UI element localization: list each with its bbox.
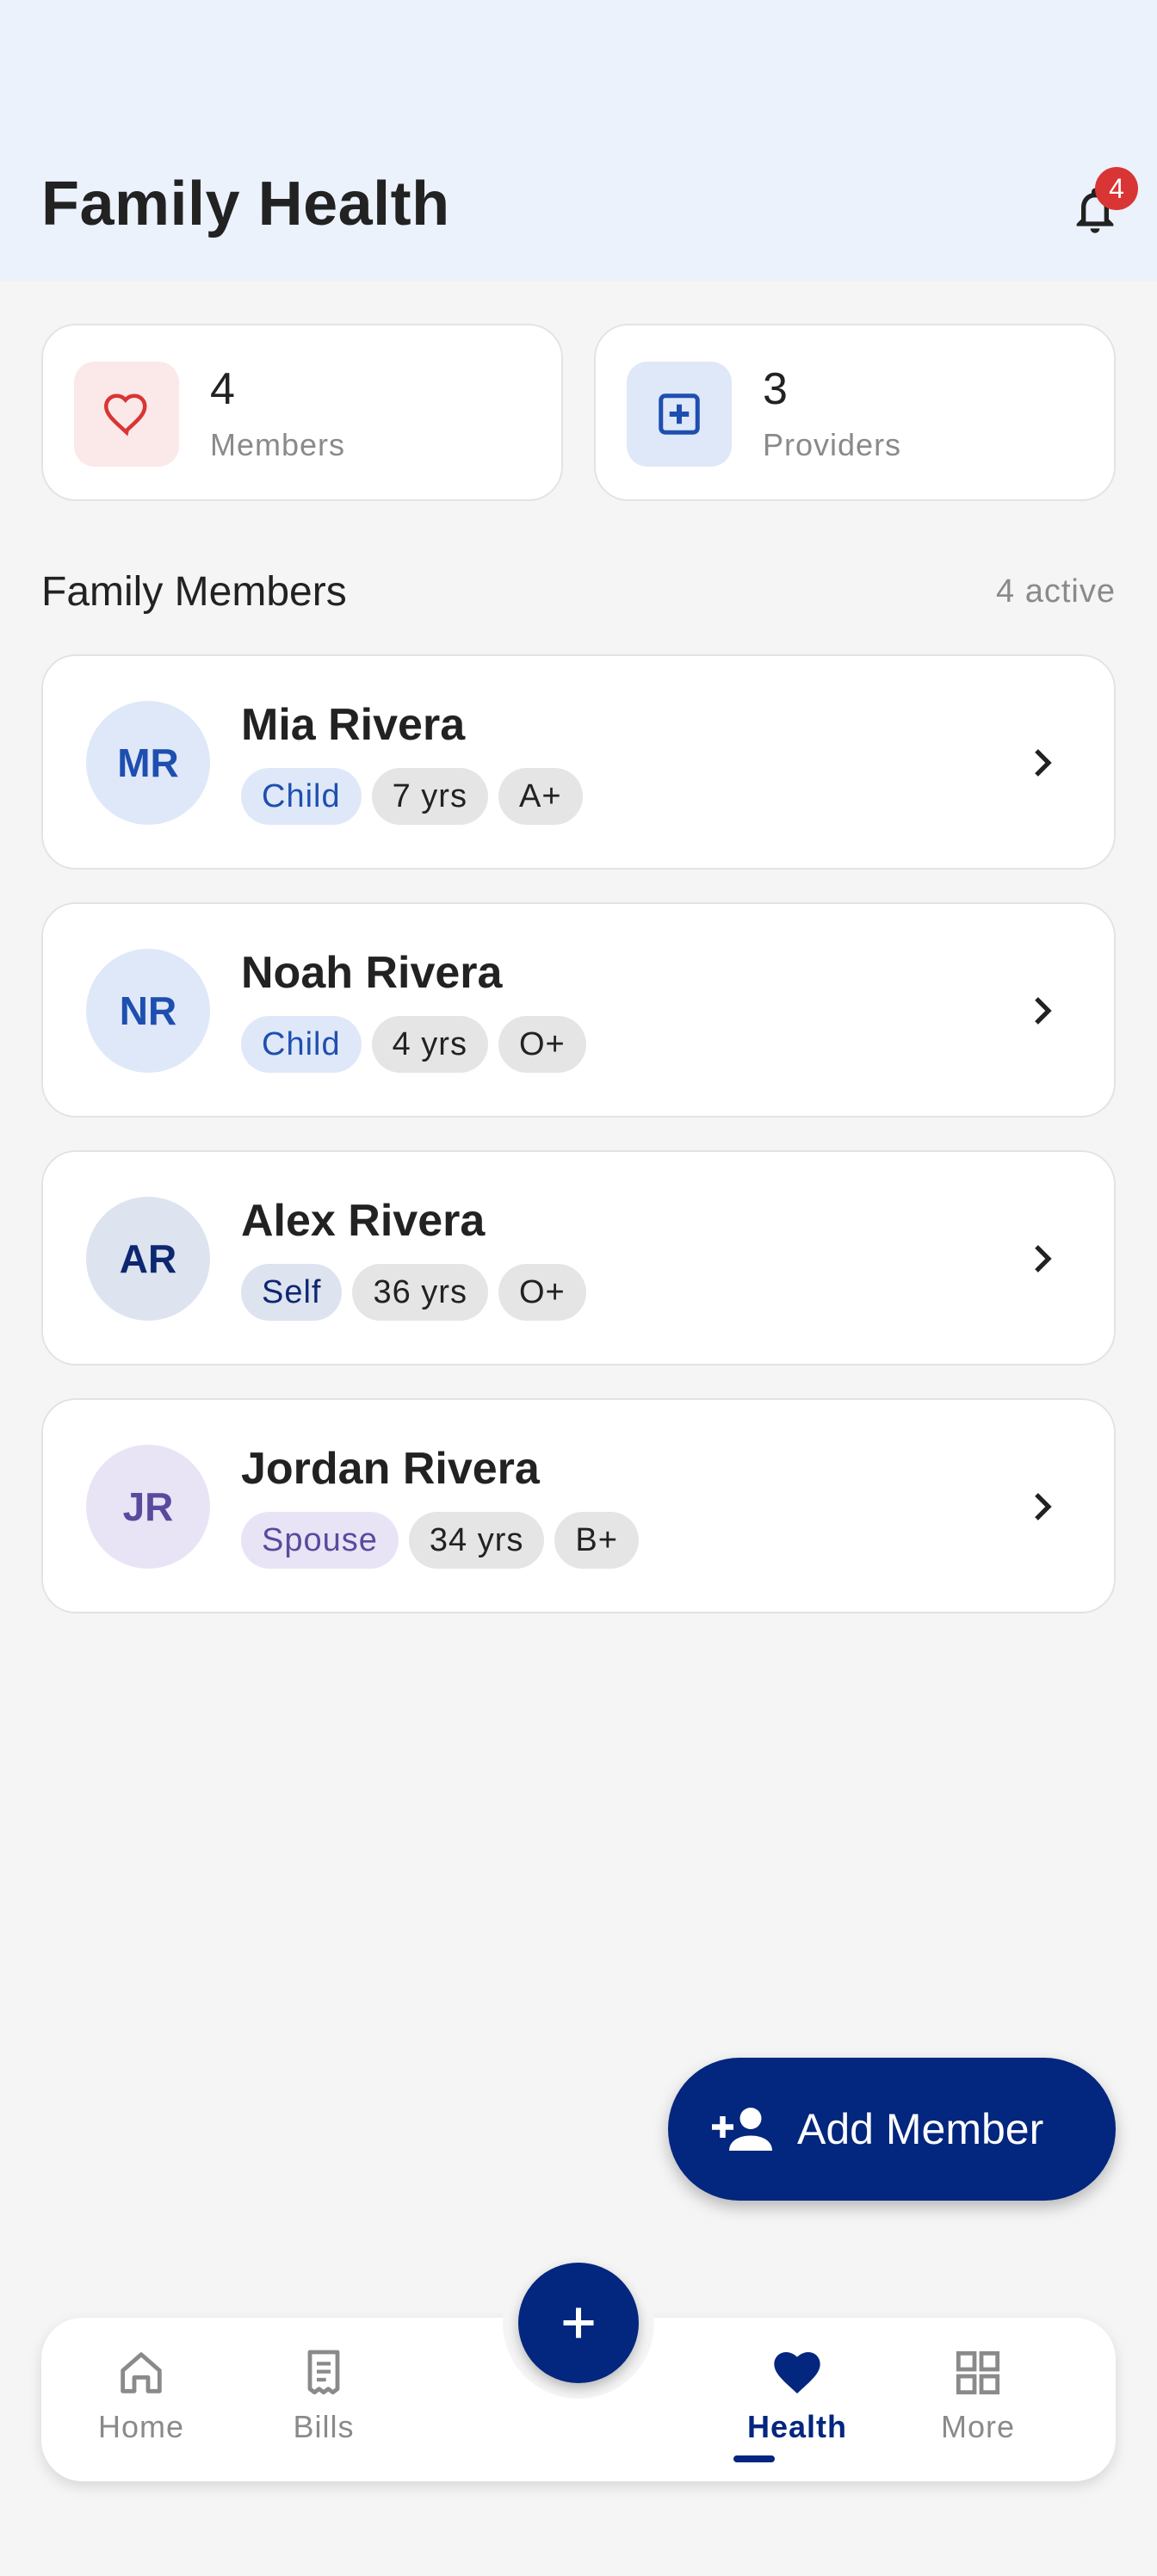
member-chips: Child 7 yrs A+ xyxy=(241,768,583,825)
notification-badge: 4 xyxy=(1095,167,1138,210)
member-chips: Self 36 yrs O+ xyxy=(241,1264,586,1321)
heart-icon xyxy=(74,362,179,467)
section-title: Family Members xyxy=(41,569,347,615)
nav-item-more[interactable]: More xyxy=(900,2345,1055,2445)
chevron-right-icon xyxy=(1035,1493,1052,1520)
page-title: Family Health xyxy=(41,170,450,238)
blood-type-chip: B+ xyxy=(554,1512,639,1569)
role-chip: Self xyxy=(241,1264,343,1321)
receipt-icon xyxy=(307,2350,340,2395)
age-chip: 34 yrs xyxy=(408,1512,545,1569)
providers-label: Providers xyxy=(763,427,902,462)
member-name: Noah Rivera xyxy=(241,948,503,998)
member-chips: Child 4 yrs O+ xyxy=(241,1016,586,1073)
nav-label-bills: Bills xyxy=(293,2409,355,2444)
member-chips: Spouse 34 yrs B+ xyxy=(241,1512,639,1569)
members-count: 4 xyxy=(210,364,235,414)
plus-icon xyxy=(563,2307,594,2338)
avatar: AR xyxy=(86,1197,210,1321)
role-chip: Spouse xyxy=(241,1512,399,1569)
avatar: NR xyxy=(86,949,210,1073)
blood-type-chip: O+ xyxy=(498,1016,586,1073)
grid-icon xyxy=(956,2350,1000,2395)
member-name: Mia Rivera xyxy=(241,700,466,750)
avatar: JR xyxy=(86,1445,210,1569)
home-icon xyxy=(121,2352,162,2393)
blood-type-chip: A+ xyxy=(498,768,583,825)
avatar: MR xyxy=(86,701,210,825)
app-header: Family Health 4 xyxy=(0,0,1157,281)
nav-label-more: More xyxy=(940,2409,1016,2444)
nav-item-home[interactable]: Home xyxy=(64,2345,219,2445)
nav-item-bills[interactable]: Bills xyxy=(246,2345,401,2445)
nav-label-health: Health xyxy=(746,2409,848,2444)
medical-plus-icon xyxy=(627,362,732,467)
chevron-right-icon xyxy=(1035,749,1052,777)
members-stat-card[interactable]: 4 Members xyxy=(41,324,563,501)
blood-type-chip: O+ xyxy=(498,1264,586,1321)
add-member-label: Add Member xyxy=(797,2105,1044,2153)
member-card-noah[interactable]: NR Noah Rivera Child 4 yrs O+ xyxy=(41,902,1116,1118)
member-name: Alex Rivera xyxy=(241,1196,486,1246)
chevron-right-icon xyxy=(1035,997,1052,1025)
providers-stat-card[interactable]: 3 Providers xyxy=(594,324,1116,501)
role-chip: Child xyxy=(241,1016,362,1073)
heart-icon xyxy=(774,2352,820,2393)
role-chip: Child xyxy=(241,768,362,825)
age-chip: 4 yrs xyxy=(371,1016,488,1073)
member-name: Jordan Rivera xyxy=(241,1444,540,1494)
member-card-alex[interactable]: AR Alex Rivera Self 36 yrs O+ xyxy=(41,1150,1116,1365)
age-chip: 7 yrs xyxy=(371,768,488,825)
providers-count: 3 xyxy=(763,364,788,414)
center-add-button[interactable] xyxy=(518,2263,639,2383)
active-tab-indicator xyxy=(733,2455,775,2462)
members-label: Members xyxy=(210,427,346,462)
nav-label-home: Home xyxy=(97,2409,185,2444)
active-count: 4 active xyxy=(996,573,1116,610)
add-member-button[interactable]: Add Member xyxy=(668,2058,1116,2201)
age-chip: 36 yrs xyxy=(352,1264,488,1321)
member-card-jordan[interactable]: JR Jordan Rivera Spouse 34 yrs B+ xyxy=(41,1398,1116,1613)
nav-item-health[interactable]: Health xyxy=(720,2345,875,2445)
chevron-right-icon xyxy=(1035,1245,1052,1273)
member-card-mia[interactable]: MR Mia Rivera Child 7 yrs A+ xyxy=(41,654,1116,870)
person-add-icon xyxy=(712,2108,772,2151)
